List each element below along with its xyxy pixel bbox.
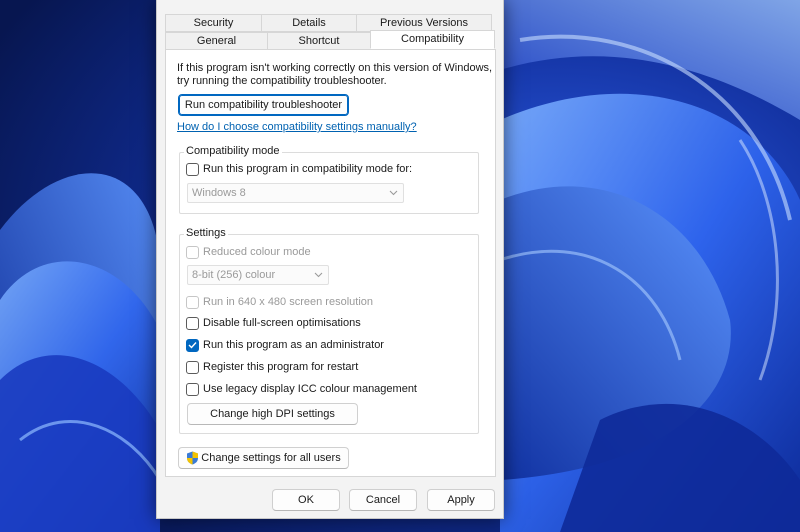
chevron-down-icon (389, 190, 398, 196)
apply-button[interactable]: Apply (427, 489, 495, 511)
tab-security[interactable]: Security (165, 14, 262, 32)
os-version-select[interactable]: Windows 8 (187, 183, 404, 203)
disable-fullscreen-checkbox[interactable] (186, 316, 199, 330)
settings-title: Settings (184, 227, 228, 239)
colour-depth-select[interactable]: 8-bit (256) colour (187, 265, 329, 285)
run-troubleshooter-button[interactable]: Run compatibility troubleshooter (178, 94, 349, 116)
properties-dialog: Security Details Previous Versions Gener… (156, 0, 504, 519)
legacy-icc-row[interactable]: Use legacy display ICC colour management (186, 381, 417, 397)
compat-mode-label: Run this program in compatibility mode f… (203, 163, 413, 175)
run-as-admin-checkbox[interactable] (186, 338, 199, 352)
register-restart-checkbox[interactable] (186, 360, 199, 374)
help-link[interactable]: How do I choose compatibility settings m… (177, 121, 417, 133)
os-version-value: Windows 8 (192, 187, 246, 199)
colour-depth-value: 8-bit (256) colour (192, 269, 276, 281)
compatibility-mode-title: Compatibility mode (184, 145, 282, 157)
res-640-label: Run in 640 x 480 screen resolution (203, 296, 373, 308)
change-dpi-button[interactable]: Change high DPI settings (187, 403, 358, 425)
shield-icon (187, 451, 199, 465)
compat-mode-checkbox-row[interactable]: Run this program in compatibility mode f… (186, 161, 412, 177)
register-restart-label: Register this program for restart (203, 361, 359, 373)
legacy-icc-checkbox[interactable] (186, 382, 199, 396)
disable-fullscreen-label: Disable full-screen optimisations (203, 317, 361, 329)
register-restart-row[interactable]: Register this program for restart (186, 359, 358, 375)
reduced-colour-row[interactable]: Reduced colour mode (186, 244, 311, 260)
intro-line-2: try running the compatibility troublesho… (177, 75, 387, 87)
chevron-down-icon (314, 272, 323, 278)
cancel-button[interactable]: Cancel (349, 489, 417, 511)
ok-button[interactable]: OK (272, 489, 340, 511)
tab-general[interactable]: General (165, 32, 268, 50)
reduced-colour-label: Reduced colour mode (203, 246, 311, 258)
res-640-row[interactable]: Run in 640 x 480 screen resolution (186, 294, 373, 310)
tab-shortcut[interactable]: Shortcut (267, 32, 371, 50)
intro-line-1: If this program isn't working correctly … (177, 62, 493, 74)
run-as-admin-label: Run this program as an administrator (203, 339, 384, 351)
compat-mode-checkbox[interactable] (186, 162, 199, 176)
run-as-admin-row[interactable]: Run this program as an administrator (186, 337, 384, 353)
checkmark-icon (188, 342, 197, 349)
tab-details[interactable]: Details (261, 14, 357, 32)
legacy-icc-label: Use legacy display ICC colour management (203, 383, 417, 395)
change-all-users-button[interactable]: Change settings for all users (178, 447, 349, 469)
tab-compatibility[interactable]: Compatibility (370, 30, 495, 49)
reduced-colour-checkbox[interactable] (186, 245, 199, 259)
change-all-users-label: Change settings for all users (201, 452, 341, 464)
res-640-checkbox[interactable] (186, 295, 199, 309)
disable-fullscreen-row[interactable]: Disable full-screen optimisations (186, 315, 361, 331)
